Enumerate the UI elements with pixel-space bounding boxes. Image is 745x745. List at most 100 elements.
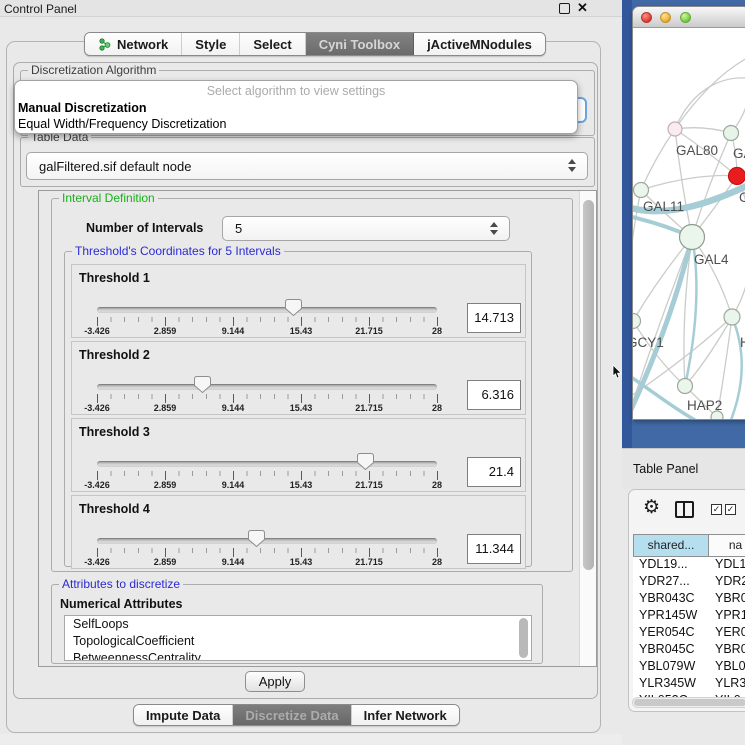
threshold-1-slider[interactable] (97, 307, 437, 313)
list-item[interactable]: BetweennessCentrality (65, 650, 531, 661)
threshold-2-slider[interactable] (97, 384, 437, 390)
threshold-2-value-field[interactable]: 6.316 (467, 380, 521, 410)
network-graph-canvas[interactable]: GAL80 GA GAL11 C GAL4 GCY1 H HAP2 (633, 28, 745, 420)
column-header-name[interactable]: na (709, 534, 745, 557)
popup-item-equal-width-frequency[interactable]: Equal Width/Frequency Discretization (18, 117, 226, 131)
number-of-intervals-spinner[interactable]: 5 (222, 216, 510, 241)
table-row[interactable]: YER054CYER0 (633, 625, 745, 642)
network-nodes[interactable] (633, 122, 745, 420)
tab-style[interactable]: Style (182, 33, 240, 55)
table-row[interactable]: YBR045CYBR0 (633, 642, 745, 659)
table-row[interactable]: YDL19...YDL1 (633, 557, 745, 574)
threshold-1-value-field[interactable]: 14.713 (467, 303, 521, 333)
tab-network-label: Network (117, 37, 168, 52)
settings-scrollbar[interactable] (579, 191, 596, 666)
node-gal11[interactable] (634, 183, 649, 198)
threshold-3-value-field[interactable]: 21.4 (467, 457, 521, 487)
checkbox-icon[interactable]: ✓ (725, 504, 736, 515)
tab-select[interactable]: Select (240, 33, 305, 55)
tab-network[interactable]: Network (85, 33, 182, 55)
threshold-4-slider[interactable] (97, 538, 437, 544)
table-row[interactable]: YDR27...YDR2 (633, 574, 745, 591)
thresholds-group-label: Threshold's Coordinates for 5 Intervals (72, 244, 284, 258)
table-data-combobox[interactable]: galFiltered.sif default node (26, 152, 588, 180)
checkbox-icon[interactable]: ✓ (711, 504, 722, 515)
settings-scrollpane: Interval Definition Number of Intervals … (38, 190, 597, 667)
tab-jactivemnodules[interactable]: jActiveMNodules (414, 33, 545, 55)
threshold-1-panel: Threshold 1 -3.426 2.859 9.144 15.43 21.… (71, 264, 526, 338)
split-view-icon[interactable] (675, 501, 694, 518)
network-window-titlebar[interactable] (633, 7, 745, 28)
algorithm-dropdown-popup: Select algorithm to view settings Manual… (14, 80, 578, 134)
list-item[interactable]: SelfLoops (65, 616, 531, 633)
table-row[interactable]: YBL079WYBL0 (633, 659, 745, 676)
slider-ticks (97, 317, 439, 326)
popup-item-manual-discretization[interactable]: Manual Discretization (18, 101, 147, 115)
threshold-4-slider-thumb[interactable] (248, 530, 265, 547)
threshold-3-panel: Threshold 3 -3.426 2.859 9.144 15.43 21.… (71, 418, 526, 492)
list-scrollbar[interactable] (519, 618, 528, 658)
node-ga[interactable] (724, 126, 739, 141)
mouse-cursor (612, 365, 624, 379)
node-gal80[interactable] (668, 122, 682, 136)
tab-infer-network[interactable]: Infer Network (352, 705, 459, 725)
desktop-shadow-strip (622, 0, 632, 448)
table-body[interactable]: YDL19...YDL1 YDR27...YDR2 YBR043CYBR0 YP… (633, 557, 745, 698)
network-desktop: GAL80 GA GAL11 C GAL4 GCY1 H HAP2 (622, 0, 745, 448)
number-of-intervals-label: Number of Intervals (86, 221, 203, 235)
table-data-value: galFiltered.sif default node (39, 159, 191, 174)
table-horizontal-scrollbar[interactable] (632, 697, 745, 708)
combo-down-arrow-icon (568, 167, 576, 172)
minimize-traffic-light-icon[interactable] (660, 12, 671, 23)
numerical-attributes-list[interactable]: SelfLoops TopologicalCoefficient Between… (64, 615, 532, 661)
gear-icon[interactable]: ⚙ (643, 496, 660, 519)
node-h[interactable] (724, 309, 740, 325)
network-icon (98, 38, 111, 51)
threshold-3-slider-thumb[interactable] (357, 453, 374, 470)
table-panel-card: ⚙ ✓ ✓ shared... na YDL19...YDL1 YDR27...… (628, 489, 745, 712)
node-gcy1[interactable] (633, 314, 641, 329)
threshold-1-slider-thumb[interactable] (285, 299, 302, 316)
settings-scrollbar-thumb[interactable] (583, 200, 594, 570)
slider-ticks (97, 471, 439, 480)
scrollbar-thumb[interactable] (634, 699, 745, 706)
svg-text:C: C (739, 190, 745, 205)
table-row[interactable]: YPR145WYPR1 (633, 608, 745, 625)
spinner-down-arrow-icon (490, 230, 498, 235)
algorithm-group-label: Discretization Algorithm (28, 63, 159, 77)
threshold-3-slider[interactable] (97, 461, 437, 467)
node-selected-red[interactable] (729, 168, 745, 185)
tab-discretize-data[interactable]: Discretize Data (233, 705, 351, 725)
network-view-window[interactable]: GAL80 GA GAL11 C GAL4 GCY1 H HAP2 (632, 6, 745, 420)
bottom-tab-bar: Impute Data Discretize Data Infer Networ… (133, 704, 460, 726)
threshold-2-panel: Threshold 2 -3.426 2.859 9.144 15.43 21.… (71, 341, 526, 415)
tab-cyni-toolbox[interactable]: Cyni Toolbox (306, 33, 414, 55)
list-item[interactable]: TopologicalCoefficient (65, 633, 531, 650)
table-panel-titlebar: Table Panel (622, 448, 745, 489)
apply-button[interactable]: Apply (245, 671, 305, 692)
svg-text:GAL80: GAL80 (676, 143, 718, 158)
spinner-up-arrow-icon (490, 222, 498, 227)
close-icon[interactable]: ✕ (577, 0, 588, 16)
float-window-icon[interactable] (559, 3, 570, 14)
slider-ticks (97, 548, 439, 557)
table-row[interactable]: YBR043CYBR0 (633, 591, 745, 608)
svg-text:GAL4: GAL4 (694, 252, 729, 267)
close-traffic-light-icon[interactable] (641, 12, 652, 23)
column-header-shared-name[interactable]: shared... (633, 534, 709, 557)
slider-ticks (97, 394, 439, 403)
zoom-traffic-light-icon[interactable] (680, 12, 691, 23)
tab-impute-data[interactable]: Impute Data (134, 705, 233, 725)
table-row[interactable]: YLR345WYLR3 (633, 676, 745, 693)
control-panel-titlebar: Control Panel ✕ (0, 0, 622, 17)
attributes-group: Attributes to discretize Numerical Attri… (51, 584, 543, 664)
threshold-4-value-field[interactable]: 11.344 (467, 534, 521, 564)
svg-text:GAL11: GAL11 (643, 199, 684, 214)
node-gal4[interactable] (680, 225, 705, 250)
threshold-2-slider-thumb[interactable] (194, 376, 211, 393)
right-side-panel: GAL80 GA GAL11 C GAL4 GCY1 H HAP2 Table … (622, 0, 745, 745)
interval-definition-group: Interval Definition Number of Intervals … (51, 198, 573, 572)
node-hap2[interactable] (678, 379, 693, 394)
thresholds-group: Threshold's Coordinates for 5 Intervals … (64, 251, 532, 567)
popup-placeholder-item[interactable]: Select algorithm to view settings (15, 84, 577, 98)
